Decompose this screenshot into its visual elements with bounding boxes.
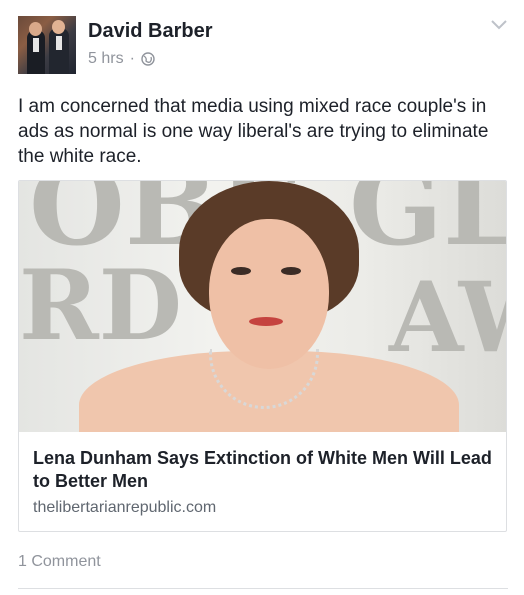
chevron-down-icon[interactable] [490, 18, 508, 32]
avatar-figure-right [49, 28, 69, 74]
post-timestamp[interactable]: 5 hrs [88, 50, 124, 68]
avatar-shirt-left [33, 38, 39, 52]
avatar-shirt-right [56, 36, 62, 50]
backdrop-letters-top-right: GL [349, 181, 507, 270]
post-text: I am concerned that media using mixed ra… [18, 96, 489, 167]
post-header: David Barber 5 hrs · [18, 16, 508, 76]
link-preview-image[interactable]: OBE GL RD AW [19, 181, 507, 432]
avatar-figure-left [27, 30, 45, 74]
link-domain: thelibertarianrepublic.com [33, 499, 217, 516]
avatar[interactable] [18, 16, 76, 74]
author-name[interactable]: David Barber [88, 20, 213, 43]
post-meta: 5 hrs · [88, 50, 155, 68]
avatar-head-left [29, 22, 42, 36]
comments-count[interactable]: 1 Comment [18, 553, 101, 571]
divider [18, 588, 508, 589]
subject-eye-left [231, 267, 251, 275]
avatar-head-right [52, 20, 65, 34]
backdrop-letters-bottom-right: AW [389, 261, 506, 374]
subject-lips [249, 317, 283, 326]
link-title[interactable]: Lena Dunham Says Extinction of White Men… [33, 447, 493, 493]
subject-face [209, 219, 329, 369]
globe-icon [141, 52, 155, 66]
subject-eye-right [281, 267, 301, 275]
link-card[interactable]: OBE GL RD AW Lena Dunham Says Extinction… [18, 180, 507, 532]
meta-separator: · [129, 50, 135, 67]
backdrop-letters-bottom: RD [19, 249, 183, 362]
